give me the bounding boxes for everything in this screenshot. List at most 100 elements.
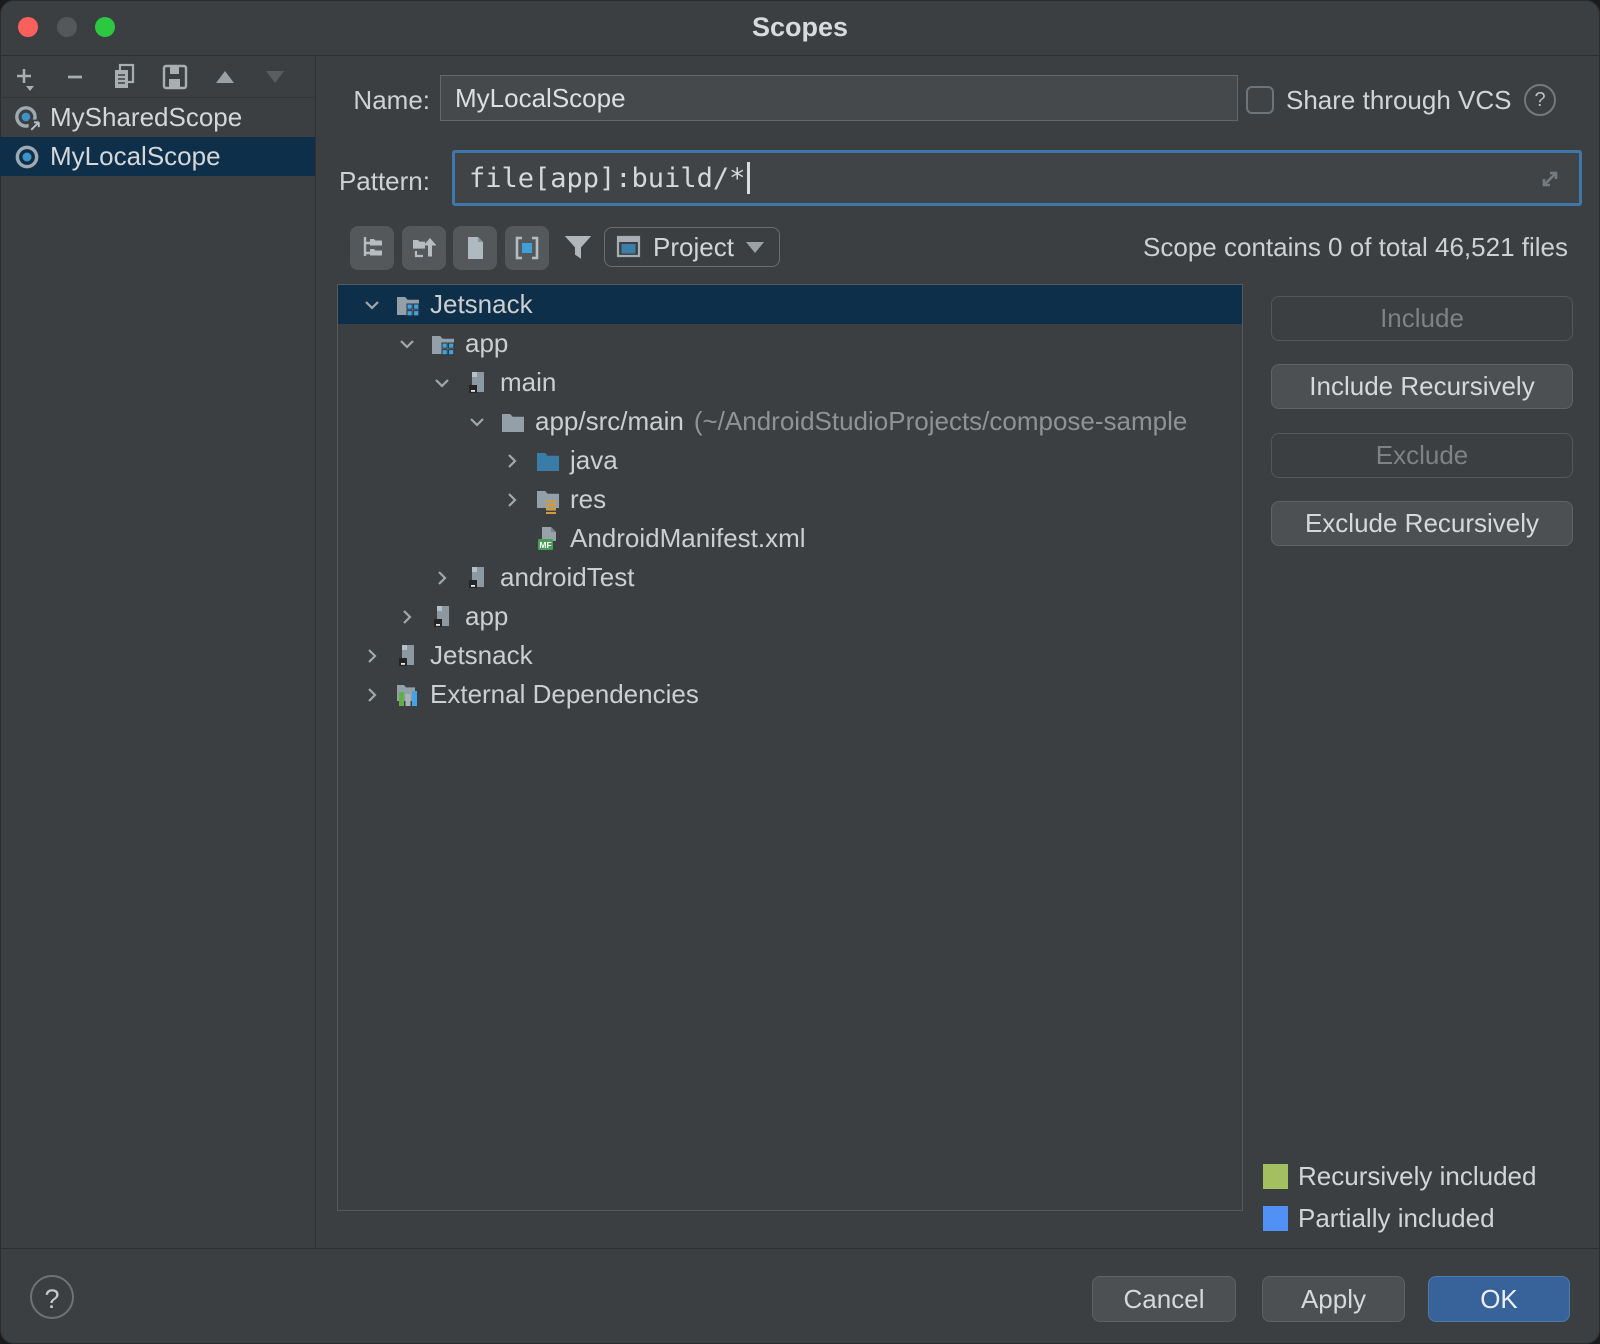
tree-row[interactable]: main (338, 363, 1242, 402)
scope-item-shared[interactable]: MySharedScope (0, 98, 315, 137)
recursively-included-swatch (1263, 1164, 1288, 1189)
legend-label: Partially included (1298, 1203, 1495, 1234)
remove-scope-button[interactable] (50, 58, 100, 96)
chevron-right-icon[interactable] (360, 683, 384, 707)
show-included-only-toggle[interactable] (505, 226, 549, 270)
pattern-value: file[app]:build/* (469, 163, 745, 194)
scope-item-label: MySharedScope (50, 102, 242, 133)
shared-scope-icon (12, 103, 42, 133)
show-files-icon (461, 234, 489, 262)
expand-pattern-icon[interactable] (1533, 162, 1567, 201)
show-files-toggle[interactable] (453, 226, 497, 270)
tree-row[interactable]: res (338, 480, 1242, 519)
res-folder-icon (534, 486, 562, 514)
vcs-help-icon[interactable]: ? (1524, 84, 1556, 116)
chevron-placeholder (500, 527, 524, 551)
tree-row[interactable]: androidTest (338, 558, 1242, 597)
folder-icon (499, 408, 527, 436)
group-by-packages-icon (410, 234, 438, 262)
module-folder-icon (394, 291, 422, 319)
include-button: Include (1271, 296, 1573, 341)
scope-item-local[interactable]: MyLocalScope (0, 137, 315, 176)
tree-row[interactable]: External Dependencies (338, 675, 1242, 714)
svg-text:MF: MF (539, 540, 551, 550)
chevron-down-icon[interactable] (360, 293, 384, 317)
chevron-right-icon[interactable] (500, 449, 524, 473)
source-set-icon (394, 642, 422, 670)
footer-divider (0, 1248, 1600, 1249)
save-scope-button[interactable] (150, 58, 200, 96)
chevron-right-icon[interactable] (500, 488, 524, 512)
group-by-packages-toggle[interactable] (402, 226, 446, 270)
chevron-down-icon[interactable] (395, 332, 419, 356)
tree-row-label: Jetsnack (430, 640, 533, 671)
apply-button[interactable]: Apply (1262, 1276, 1405, 1322)
tree-row[interactable]: app (338, 597, 1242, 636)
tree-row[interactable]: app (338, 324, 1242, 363)
pattern-input[interactable]: file[app]:build/* (452, 150, 1582, 206)
scope-name-input[interactable] (440, 75, 1238, 121)
add-scope-button[interactable] (0, 58, 50, 96)
source-set-icon (464, 369, 492, 397)
local-scope-icon (12, 142, 42, 172)
tree-row-label: Jetsnack (430, 289, 533, 320)
legend-label: Recursively included (1298, 1161, 1536, 1192)
scope-status-text: Scope contains 0 of total 46,521 files (1143, 232, 1568, 263)
project-view-dropdown[interactable]: Project (604, 227, 780, 267)
partially-included-swatch (1263, 1206, 1288, 1231)
project-view-label: Project (653, 232, 734, 263)
ok-button[interactable]: OK (1428, 1276, 1570, 1322)
tree-row-path: (~/AndroidStudioProjects/compose-sample (694, 406, 1188, 437)
chevron-down-icon[interactable] (465, 410, 489, 434)
filter-icon[interactable] (560, 231, 596, 270)
tree-row-label: app (465, 601, 508, 632)
include-recursively-button[interactable]: Include Recursively (1271, 364, 1573, 409)
tree-row-label: AndroidManifest.xml (570, 523, 806, 554)
tree-row-label: External Dependencies (430, 679, 699, 710)
scope-list: MySharedScope MyLocalScope (0, 98, 315, 176)
chevron-down-icon[interactable] (430, 371, 454, 395)
text-caret (747, 162, 750, 194)
chevron-down-icon (746, 242, 764, 253)
java-folder-icon (534, 447, 562, 475)
share-vcs-checkbox[interactable] (1246, 86, 1274, 114)
name-label: Name: (330, 85, 430, 116)
tree-row[interactable]: java (338, 441, 1242, 480)
chevron-right-icon[interactable] (395, 605, 419, 629)
tree-row-label: res (570, 484, 606, 515)
source-set-icon (429, 603, 457, 631)
libraries-icon (394, 681, 422, 709)
move-up-icon[interactable] (200, 58, 250, 96)
tree-row-label: java (570, 445, 618, 476)
show-included-only-icon (513, 234, 541, 262)
show-tree-structure-icon (358, 234, 386, 262)
file-tree: Jetsnack app main (337, 284, 1243, 1211)
scope-item-label: MyLocalScope (50, 141, 221, 172)
tree-row-label: androidTest (500, 562, 634, 593)
scope-list-toolbar (0, 56, 315, 98)
tree-row[interactable]: MF AndroidManifest.xml (338, 519, 1242, 558)
help-button[interactable]: ? (30, 1275, 74, 1319)
scope-list-panel: MySharedScope MyLocalScope (0, 56, 316, 1248)
window-title: Scopes (0, 12, 1600, 43)
tree-row-label: app (465, 328, 508, 359)
pattern-label: Pattern: (330, 166, 430, 197)
exclude-recursively-button[interactable]: Exclude Recursively (1271, 501, 1573, 546)
title-bar: Scopes (0, 0, 1600, 56)
chevron-right-icon[interactable] (430, 566, 454, 590)
tree-row[interactable]: Jetsnack (338, 285, 1242, 324)
show-tree-structure-toggle[interactable] (350, 226, 394, 270)
copy-scope-button[interactable] (100, 58, 150, 96)
source-set-icon (464, 564, 492, 592)
chevron-right-icon[interactable] (360, 644, 384, 668)
module-folder-icon (429, 330, 457, 358)
tree-row[interactable]: app/src/main (~/AndroidStudioProjects/co… (338, 402, 1242, 441)
cancel-button[interactable]: Cancel (1092, 1276, 1236, 1322)
scopes-dialog: Scopes (0, 0, 1600, 1344)
tree-row-label: app/src/main (535, 406, 684, 437)
project-view-icon (615, 233, 643, 261)
tree-row[interactable]: Jetsnack (338, 636, 1242, 675)
tree-row-label: main (500, 367, 556, 398)
manifest-file-icon: MF (534, 525, 562, 553)
share-vcs-label: Share through VCS (1286, 85, 1511, 116)
